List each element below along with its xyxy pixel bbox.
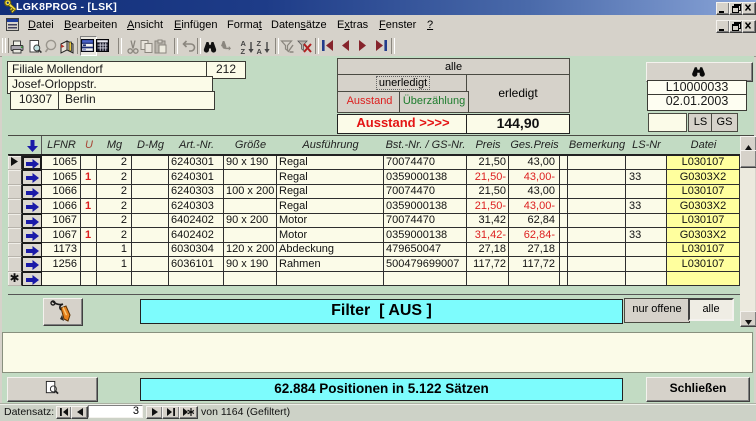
svg-text:A: A <box>257 47 263 55</box>
svg-text:Z: Z <box>241 47 246 55</box>
